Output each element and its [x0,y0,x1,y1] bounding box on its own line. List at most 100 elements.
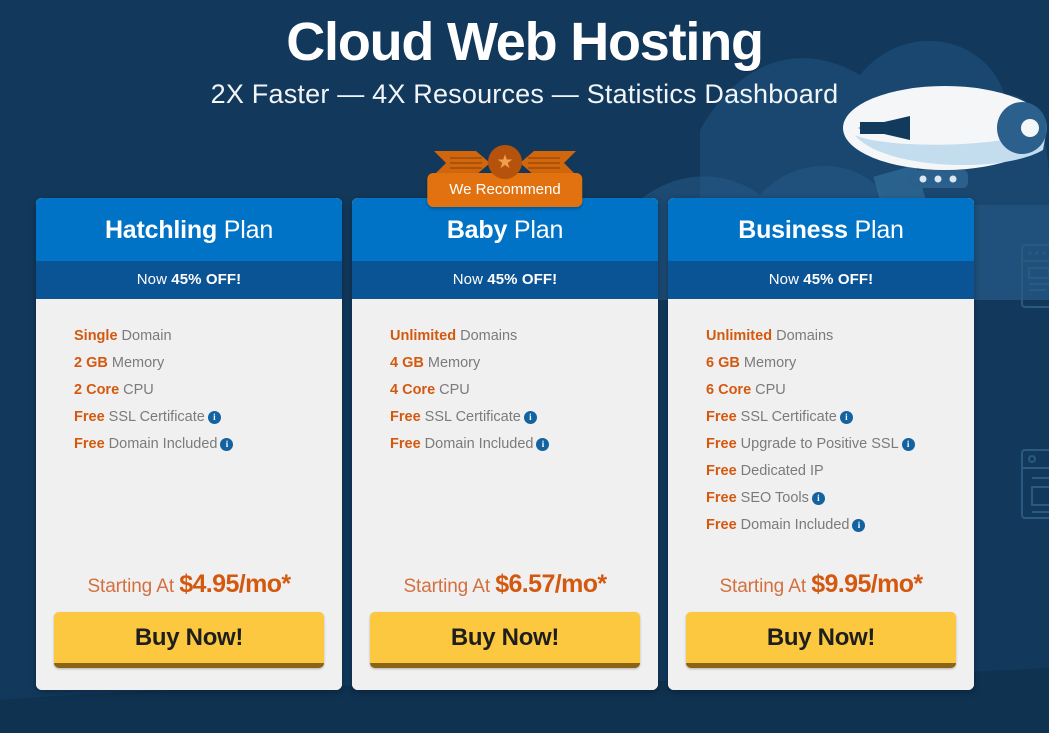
plan-name-bold: Hatchling [104,216,218,244]
discount-prefix: Now [452,271,488,288]
info-icon[interactable]: i [901,438,915,451]
feature-item: 6 Core CPU [706,377,974,404]
feature-text: Domain Included [104,436,218,452]
page-title: Cloud Web Hosting [286,12,764,72]
feature-text: Memory [107,355,165,371]
feature-item: 2 Core CPU [74,377,342,404]
feature-text: Upgrade to Positive SSL [736,436,899,452]
feature-highlight: Free [706,517,737,533]
buy-button-wrapper: Buy Now! [36,612,342,690]
feature-text: SSL Certificate [420,409,521,425]
page-header: Cloud Web Hosting 2X Faster — 4X Resourc… [0,0,1049,112]
feature-highlight: 6 GB [706,355,740,371]
feature-item: Single Domain [74,323,342,350]
feature-highlight: 2 GB [74,355,108,371]
info-icon[interactable]: i [839,411,853,424]
plan-features-list: Unlimited Domains 6 GB Memory 6 Core CPU Fr… [668,299,974,570]
feature-item: 4 GB Memory [390,350,658,377]
feature-text: SEO Tools [736,490,809,506]
feature-item: Free SSL Certificate i [390,404,658,431]
feature-text: Domain Included [420,436,534,452]
feature-text: Memory [739,355,797,371]
discount-banner: Now 45% OFF! [668,261,974,299]
buy-now-button[interactable]: Buy Now! [370,612,640,668]
info-icon[interactable]: i [536,438,550,451]
discount-prefix: Now [768,271,804,288]
we-recommend-badge: ★ We Recommend [405,145,605,207]
info-icon[interactable]: i [207,411,221,424]
feature-highlight: Free [390,436,421,452]
feature-item: Free SEO Tools i [706,485,974,512]
feature-item: 2 GB Memory [74,350,342,377]
info-icon[interactable]: i [811,492,825,505]
browser-window-top [1021,244,1049,308]
info-icon[interactable]: i [523,411,537,424]
price-amount: $4.95/mo* [179,570,291,598]
browser-window-bottom [1021,449,1049,519]
feature-text: Domain Included [736,517,850,533]
discount-value: 45% OFF! [171,271,242,288]
pricing-plans-row: Hatchling Plan Now 45% OFF! Single Domain 2… [36,145,975,690]
feature-text: Dedicated IP [736,463,824,479]
plan-price: Starting At $6.57/mo* [352,570,658,612]
feature-highlight: Unlimited [390,328,457,344]
feature-highlight: Free [706,463,737,479]
feature-item: 4 Core CPU [390,377,658,404]
feature-item: 6 GB Memory [706,350,974,377]
feature-text: CPU [119,382,154,398]
browser-window-outlines [1021,244,1049,519]
plan-price: Starting At $4.95/mo* [36,570,342,612]
plan-card-baby: ★ We Recommend Baby Plan Now 45% OFF! Unlimi… [352,145,658,690]
price-prefix: Starting At [87,576,180,597]
buy-now-button[interactable]: Buy Now! [686,612,956,668]
feature-item: Unlimited Domains [706,323,974,350]
feature-item: Unlimited Domains [390,323,658,350]
plan-card-inner: Hatchling Plan Now 45% OFF! Single Domain 2… [36,198,342,690]
page-subtitle: 2X Faster — 4X Resources — Statistics Da… [210,79,839,109]
plan-card-business: Business Plan Now 45% OFF! Unlimited Domai… [668,198,974,690]
plan-name-suffix: Plan [847,216,904,244]
plan-card-inner: Business Plan Now 45% OFF! Unlimited Domai… [668,198,974,690]
discount-banner: Now 45% OFF! [352,261,658,299]
star-icon: ★ [496,151,514,173]
feature-text: CPU [751,382,786,398]
badge-medallion: ★ [488,145,522,179]
feature-item: Free Dedicated IP [706,458,974,485]
feature-item: Free Domain Included i [706,512,974,539]
feature-highlight: Free [390,409,421,425]
plan-name-bold: Baby [446,216,508,244]
feature-highlight: 4 Core [390,382,436,398]
plan-features-list: Unlimited Domains 4 GB Memory 4 Core CPU Fr… [352,299,658,570]
info-icon[interactable]: i [220,438,234,451]
buy-now-button[interactable]: Buy Now! [54,612,324,668]
feature-highlight: 4 GB [390,355,424,371]
info-icon[interactable]: i [852,519,866,532]
plan-name-suffix: Plan [507,216,564,244]
buy-button-wrapper: Buy Now! [668,612,974,690]
feature-item: Free Domain Included i [74,431,342,458]
feature-text: CPU [435,382,470,398]
feature-highlight: Unlimited [706,328,773,344]
plan-name-bold: Business [738,216,848,244]
feature-item: Free Domain Included i [390,431,658,458]
feature-item: Free SSL Certificate i [74,404,342,431]
plan-name: Business Plan [668,198,974,261]
feature-highlight: 2 Core [74,382,120,398]
price-prefix: Starting At [719,576,812,597]
plan-name: Baby Plan [352,198,658,261]
plan-name: Hatchling Plan [36,198,342,261]
discount-value: 45% OFF! [487,271,558,288]
feature-highlight: 6 Core [706,382,752,398]
discount-value: 45% OFF! [803,271,874,288]
feature-text: Domain [117,328,172,344]
feature-item: Free Upgrade to Positive SSL i [706,431,974,458]
plan-price: Starting At $9.95/mo* [668,570,974,612]
feature-item: Free SSL Certificate i [706,404,974,431]
feature-text: Memory [423,355,481,371]
plan-features-list: Single Domain 2 GB Memory 2 Core CPU Free S… [36,299,342,570]
feature-highlight: Free [74,409,105,425]
buy-button-wrapper: Buy Now! [352,612,658,690]
feature-highlight: Free [74,436,105,452]
discount-banner: Now 45% OFF! [36,261,342,299]
plan-name-suffix: Plan [217,216,274,244]
